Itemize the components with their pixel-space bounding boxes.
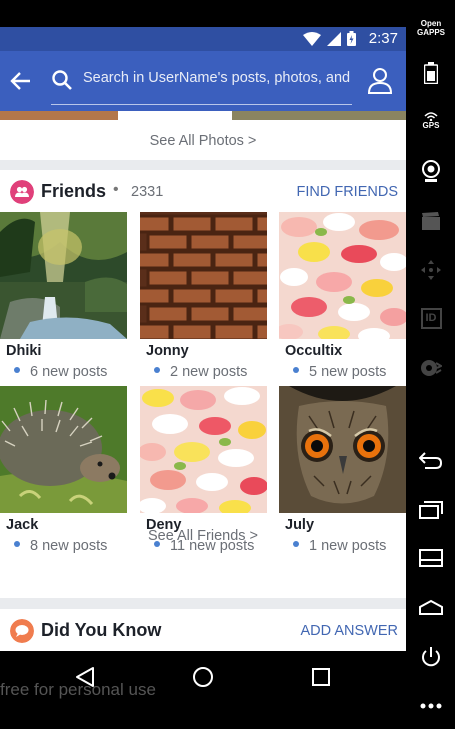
device-id-tool-button[interactable]: ID [418, 305, 444, 331]
status-clock: 2:37 [368, 30, 398, 47]
friends-count: 2331 [131, 184, 164, 200]
add-answer-button[interactable]: ADD ANSWER [301, 623, 399, 639]
friends-title: Friends [41, 181, 107, 201]
phone-screen: 2:37 Search in UserName's posts, photos,… [0, 0, 406, 729]
friend-photo[interactable] [0, 212, 127, 339]
did-you-know-title: Did You Know [41, 620, 162, 640]
friend-new-posts: 2 new posts [154, 364, 247, 380]
back-arrow-icon[interactable] [8, 68, 34, 94]
bullet-icon [293, 367, 299, 374]
timeline-content: See All Photos > Friends • 2331 FIND FRI… [0, 111, 406, 651]
menu-icon [419, 549, 443, 567]
find-friends-button[interactable]: FIND FRIENDS [297, 184, 399, 200]
device-id-icon: ID [420, 307, 442, 329]
friend-name: Jonny [146, 343, 189, 359]
search-input[interactable]: Search in UserName's posts, photos, and [83, 70, 353, 86]
toolbar-back-button[interactable] [418, 447, 444, 473]
toolbar-menu-button[interactable] [418, 545, 444, 571]
open-gapps-button[interactable]: Open GAPPS [417, 15, 446, 41]
camera-tool-button[interactable] [418, 158, 444, 184]
open-gapps-label: Open GAPPS [417, 19, 446, 37]
bullet-icon [154, 367, 160, 374]
friend-tile-occultix[interactable]: Occultix 5 new posts [279, 212, 406, 386]
see-all-photos-link[interactable]: See All Photos > [0, 133, 406, 149]
home-icon [419, 599, 443, 615]
friend-photo[interactable] [140, 386, 267, 513]
friend-tile-dhiki[interactable]: Dhiki 6 new posts [0, 212, 127, 386]
bullet-icon [14, 367, 20, 374]
wifi-icon [303, 31, 321, 46]
did-you-know-card: Did You Know ADD ANSWER [0, 609, 406, 651]
friends-header: Friends • 2331 FIND FRIENDS [0, 170, 406, 212]
friends-separator: • [113, 181, 119, 198]
friend-photo[interactable] [279, 212, 406, 339]
search-icon[interactable] [51, 69, 73, 91]
speech-bubble-icon [10, 619, 34, 643]
dpad-icon [421, 260, 441, 280]
clapperboard-icon [422, 212, 440, 230]
photos-strip [0, 111, 406, 120]
gps-label: GPS [422, 121, 440, 130]
power-icon [422, 647, 440, 667]
profile-icon[interactable] [366, 66, 394, 94]
signal-icon [327, 31, 341, 46]
friend-tile-jonny[interactable]: Jonny 2 new posts [140, 212, 267, 386]
nav-recents-icon[interactable] [309, 665, 333, 689]
search-underline [51, 104, 352, 105]
friend-new-posts: 5 new posts [293, 364, 386, 380]
webcam-icon [422, 160, 440, 182]
recent-apps-icon [419, 501, 443, 519]
gps-icon: GPS [422, 112, 440, 130]
battery-tool-icon [424, 62, 438, 84]
friend-name: Occultix [285, 343, 343, 359]
friend-photo[interactable] [140, 212, 267, 339]
watermark: free for personal use [0, 680, 156, 699]
battery-icon [347, 31, 356, 46]
toolbar-home-button[interactable] [418, 594, 444, 620]
toolbar-more-button[interactable] [418, 693, 444, 719]
friends-card: Friends • 2331 FIND FRIENDS Dhiki 6 new … [0, 170, 406, 598]
status-bar: 2:37 [0, 27, 406, 51]
did-you-know-header: Did You Know ADD ANSWER [0, 609, 406, 651]
battery-tool-button[interactable] [418, 60, 444, 86]
friends-icon [10, 180, 34, 204]
gps-tool-button[interactable]: GPS [418, 108, 444, 134]
more-dots-icon [420, 703, 442, 709]
friend-new-posts: 6 new posts [14, 364, 107, 380]
screencast-tool-button[interactable] [418, 208, 444, 234]
dpad-tool-button[interactable] [418, 257, 444, 283]
toolbar-recent-apps-button[interactable] [418, 497, 444, 523]
app-bar: Search in UserName's posts, photos, and [0, 51, 406, 111]
gyroscope-tool-button[interactable] [418, 355, 444, 381]
status-icons [303, 31, 356, 46]
back-icon [419, 452, 443, 469]
gyroscope-icon [421, 360, 442, 376]
emulator-toolbar: Open GAPPS GPS ID [406, 0, 455, 729]
toolbar-power-button[interactable] [418, 644, 444, 670]
nav-home-icon[interactable] [191, 665, 215, 689]
friend-photo[interactable] [279, 386, 406, 513]
photos-card: See All Photos > [0, 111, 406, 160]
friend-name: Dhiki [6, 343, 42, 359]
see-all-friends-link[interactable]: See All Friends > [0, 528, 406, 544]
friend-photo[interactable] [0, 386, 127, 513]
